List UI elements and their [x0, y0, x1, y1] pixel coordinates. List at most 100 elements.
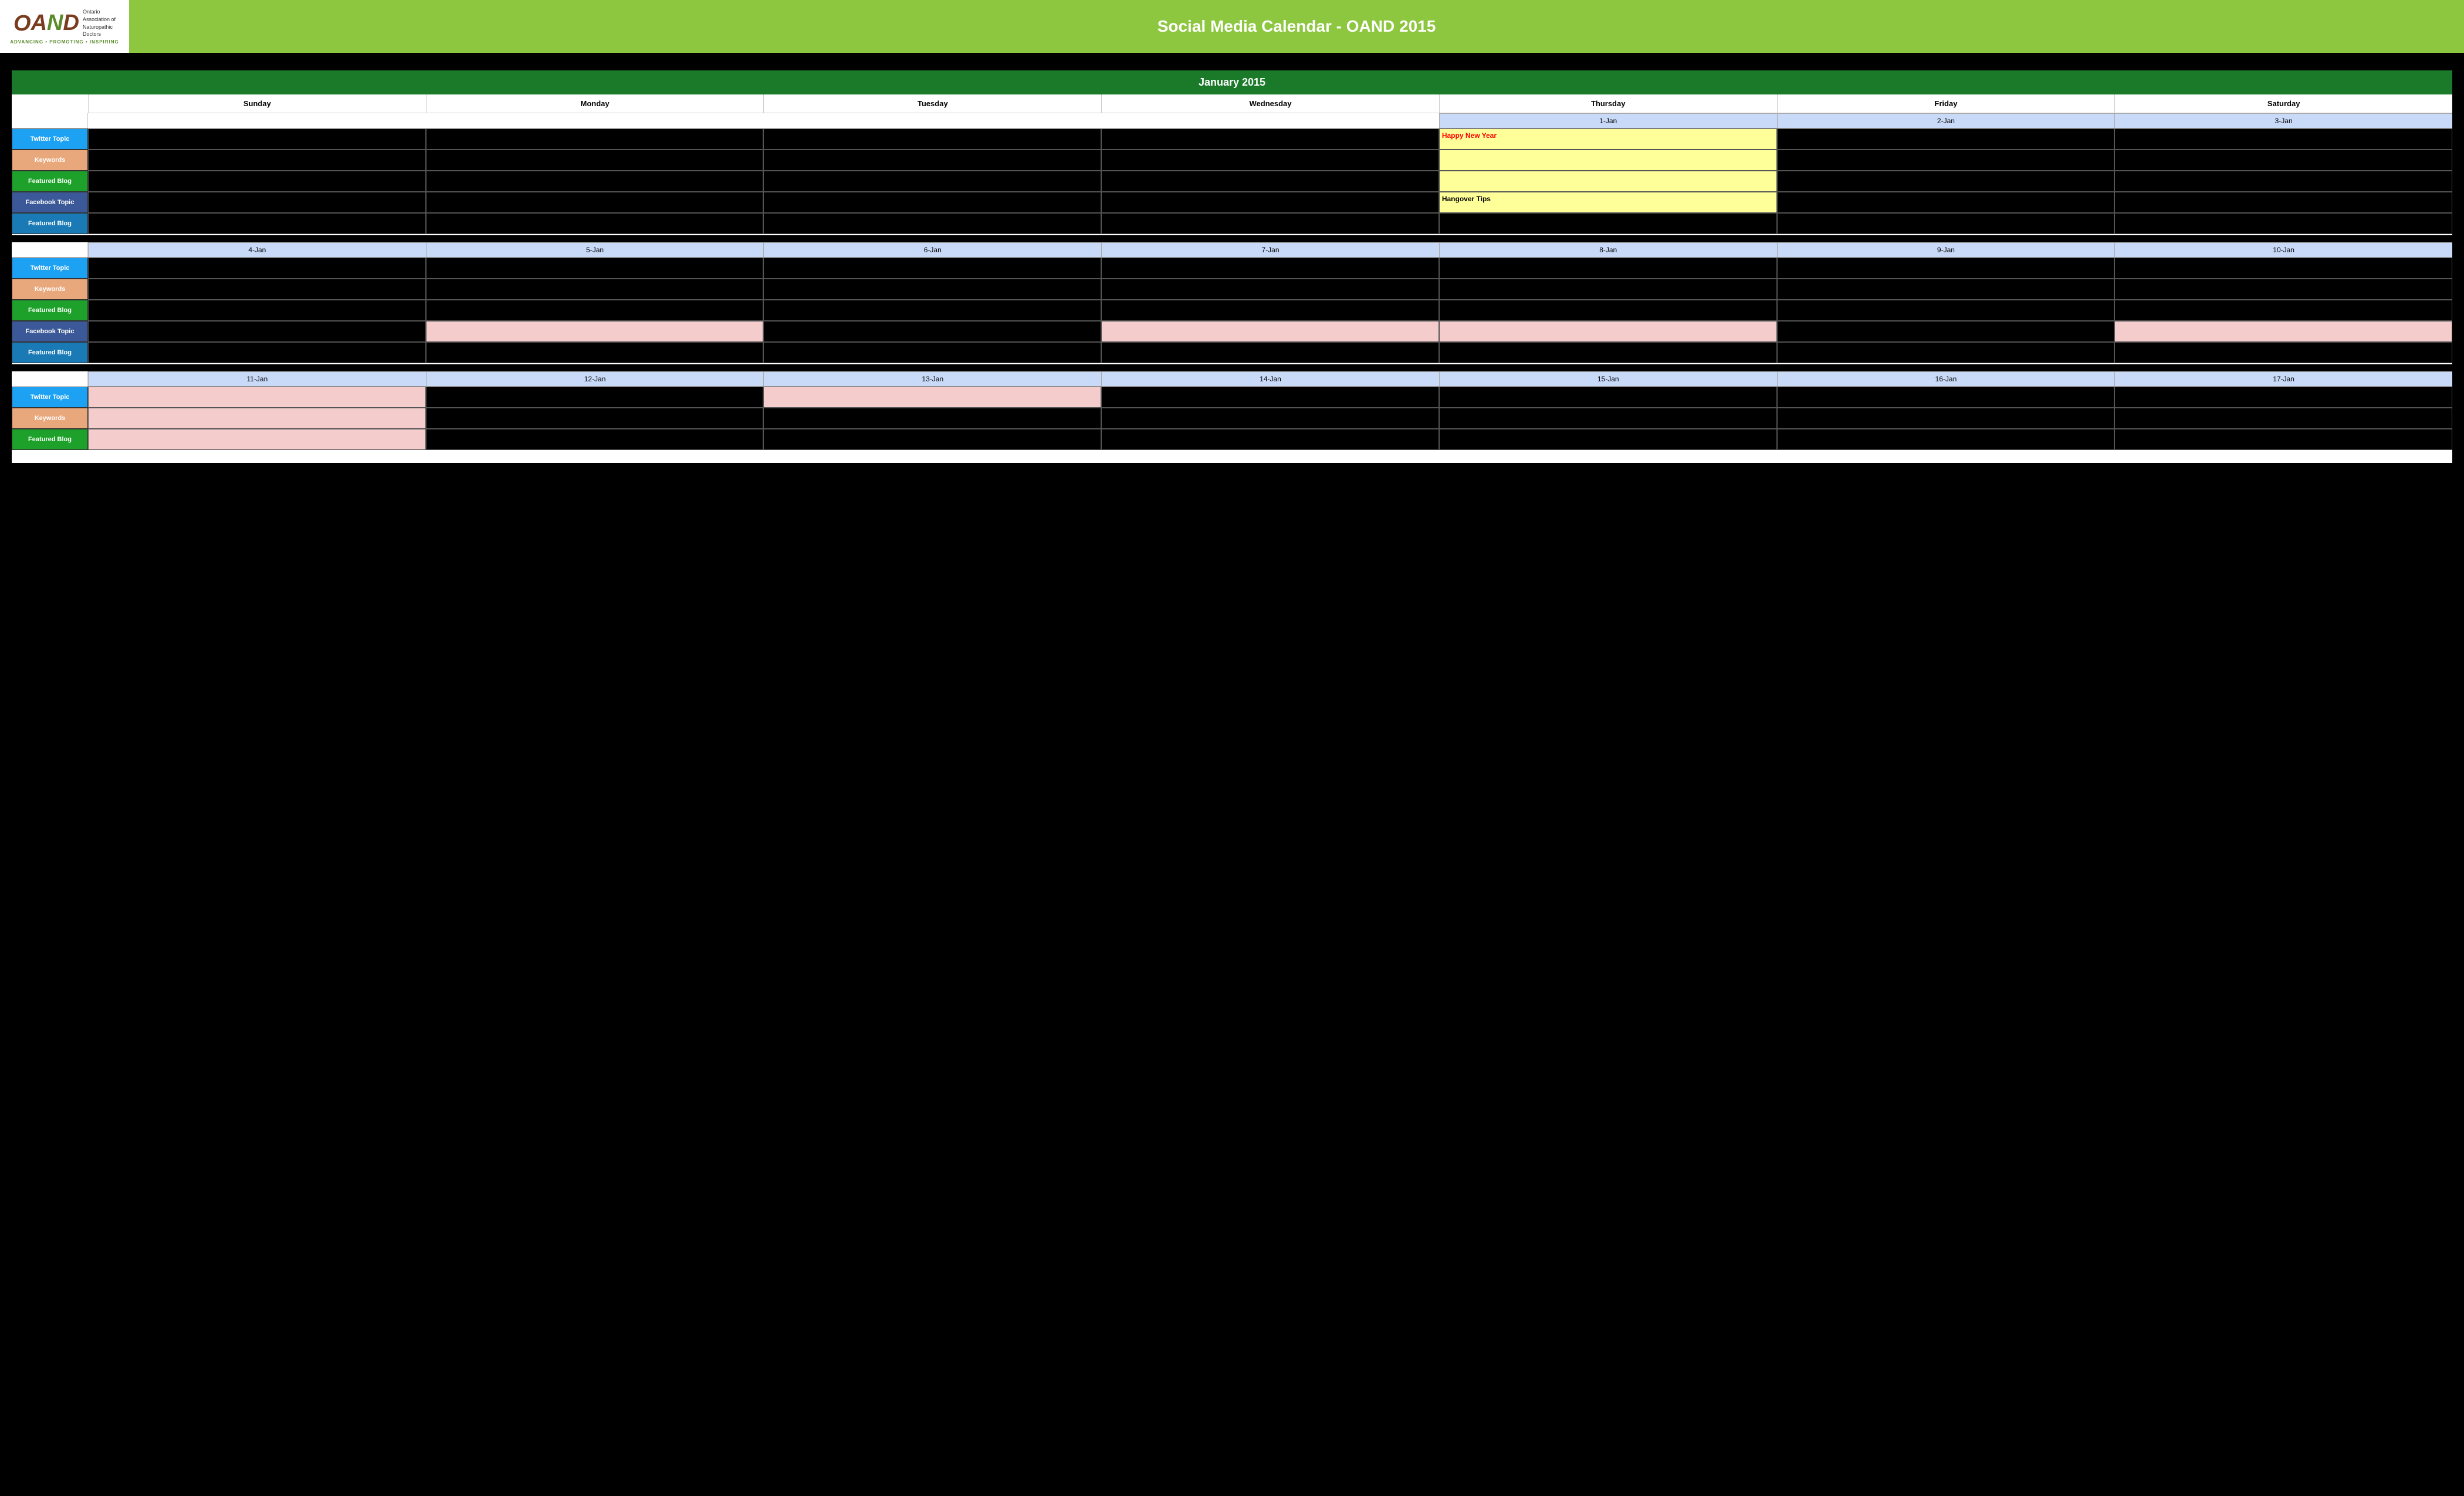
label-featured-blue-w1: Featured Blog — [12, 213, 88, 234]
w1-kw-mon — [426, 150, 764, 171]
logo-area: O A N D OntarioAssociation ofNaturopathi… — [0, 0, 129, 53]
w3-kw-fri — [1777, 408, 2115, 429]
w2-fbb-fri — [1777, 342, 2115, 363]
w2-tw-mon — [426, 258, 764, 279]
date-cell-w1-sat: 3-Jan — [2114, 113, 2452, 128]
w3-fb-mon — [426, 429, 764, 450]
w3-kw-sun — [88, 408, 426, 429]
w2-fb-thu — [1439, 300, 1777, 321]
separator-2 — [12, 364, 2452, 371]
w3-tw-sat — [2114, 387, 2452, 408]
w2-fbb-sun — [88, 342, 426, 363]
w3-fb-fri — [1777, 429, 2115, 450]
date-row-empty — [12, 113, 88, 128]
w3-tw-thu — [1439, 387, 1777, 408]
week-3-content: Twitter Topic Keywords — [12, 387, 2452, 450]
w2-fbt-sun — [88, 321, 426, 342]
label-facebook-w2: Facebook Topic — [12, 321, 88, 342]
w1-kw-wed — [1101, 150, 1439, 171]
separator-1 — [12, 235, 2452, 242]
w3-tw-tue — [763, 387, 1101, 408]
label-featured-w2: Featured Blog — [12, 300, 88, 321]
day-header-tuesday: Tuesday — [763, 94, 1101, 113]
header: O A N D OntarioAssociation ofNaturopathi… — [0, 0, 2464, 53]
w1-fbt-sat — [2114, 192, 2452, 213]
w2-fbt-mon — [426, 321, 764, 342]
w1-twitter-wed — [1101, 128, 1439, 150]
date-cell-w1-wed — [1101, 113, 1439, 128]
w2-fbt-tue — [763, 321, 1101, 342]
week-2: 4-Jan 5-Jan 6-Jan 7-Jan 8-Jan 9-Jan 10-J… — [12, 242, 2452, 363]
week-2-dates: 4-Jan 5-Jan 6-Jan 7-Jan 8-Jan 9-Jan 10-J… — [12, 242, 2452, 258]
w1-fb-sat — [2114, 171, 2452, 192]
w2-kw-sun — [88, 279, 426, 300]
w2-kw-wed — [1101, 279, 1439, 300]
w1-twitter-mon — [426, 128, 764, 150]
w3-kw-sat — [2114, 408, 2452, 429]
page-title: Social Media Calendar - OAND 2015 — [1157, 17, 1436, 36]
week-1-keywords-row: Keywords — [12, 150, 2452, 171]
w2-tw-sun — [88, 258, 426, 279]
w3-fb-sat — [2114, 429, 2452, 450]
w3-tw-sun — [88, 387, 426, 408]
date-row-empty-w2 — [12, 242, 88, 258]
label-twitter-w1: Twitter Topic — [12, 128, 88, 150]
w1-twitter-fri — [1777, 128, 2115, 150]
date-cell-w3-wed: 14-Jan — [1101, 371, 1439, 387]
w2-fbb-wed — [1101, 342, 1439, 363]
day-header-monday: Monday — [426, 94, 764, 113]
date-cell-w1-fri: 2-Jan — [1777, 113, 2115, 128]
w1-kw-fri — [1777, 150, 2115, 171]
w1-twitter-sun — [88, 128, 426, 150]
w1-fbt-wed — [1101, 192, 1439, 213]
month-header: January 2015 — [12, 70, 2452, 94]
w3-fb-sun — [88, 429, 426, 450]
date-cell-w3-fri: 16-Jan — [1777, 371, 2115, 387]
date-cell-w2-fri: 9-Jan — [1777, 242, 2115, 258]
w2-fb-tue — [763, 300, 1101, 321]
w1-twitter-thu: Happy New Year — [1439, 128, 1777, 150]
week-2-keywords-row: Keywords — [12, 279, 2452, 300]
date-cell-w1-thu: 1-Jan — [1439, 113, 1777, 128]
w1-fb-wed — [1101, 171, 1439, 192]
w2-fb-mon — [426, 300, 764, 321]
w1-fbb-thu — [1439, 213, 1777, 234]
w2-fb-fri — [1777, 300, 2115, 321]
w1-fbt-mon — [426, 192, 764, 213]
w1-fbb-mon — [426, 213, 764, 234]
w2-tw-sat — [2114, 258, 2452, 279]
w1-fbt-fri — [1777, 192, 2115, 213]
label-keywords-w3: Keywords — [12, 408, 88, 429]
date-cell-w1-mon — [426, 113, 764, 128]
calendar: January 2015 Sunday Monday Tuesday Wedne… — [12, 70, 2452, 463]
week-2-content: Twitter Topic Keywords — [12, 258, 2452, 363]
w2-kw-mon — [426, 279, 764, 300]
logo-letter-d: D — [63, 11, 79, 36]
label-facebook-w1: Facebook Topic — [12, 192, 88, 213]
logo-letter-n: N — [47, 11, 63, 36]
week-2-featured-row: Featured Blog — [12, 300, 2452, 321]
w2-fbb-sat — [2114, 342, 2452, 363]
label-keywords-w1: Keywords — [12, 150, 88, 171]
w2-tw-thu — [1439, 258, 1777, 279]
date-cell-w3-sat: 17-Jan — [2114, 371, 2452, 387]
w2-kw-sat — [2114, 279, 2452, 300]
date-cell-w3-sun: 11-Jan — [88, 371, 426, 387]
week-3-dates: 11-Jan 12-Jan 13-Jan 14-Jan 15-Jan 16-Ja… — [12, 371, 2452, 387]
label-twitter-w3: Twitter Topic — [12, 387, 88, 408]
w2-fbt-fri — [1777, 321, 2115, 342]
w2-tw-wed — [1101, 258, 1439, 279]
week-1: 1-Jan 2-Jan 3-Jan Twitter Topic Happy Ne… — [12, 113, 2452, 234]
day-header-friday: Friday — [1777, 94, 2115, 113]
week-1-featured-row: Featured Blog — [12, 171, 2452, 192]
date-cell-w3-tue: 13-Jan — [763, 371, 1101, 387]
label-twitter-w2: Twitter Topic — [12, 258, 88, 279]
w1-kw-thu — [1439, 150, 1777, 171]
w1-fb-tue — [763, 171, 1101, 192]
date-cell-w2-wed: 7-Jan — [1101, 242, 1439, 258]
day-header-wednesday: Wednesday — [1101, 94, 1439, 113]
week-1-twitter-row: Twitter Topic Happy New Year — [12, 128, 2452, 150]
label-featured-blue-w2: Featured Blog — [12, 342, 88, 363]
header-title-area: Social Media Calendar - OAND 2015 — [129, 0, 2464, 53]
w3-kw-tue — [763, 408, 1101, 429]
